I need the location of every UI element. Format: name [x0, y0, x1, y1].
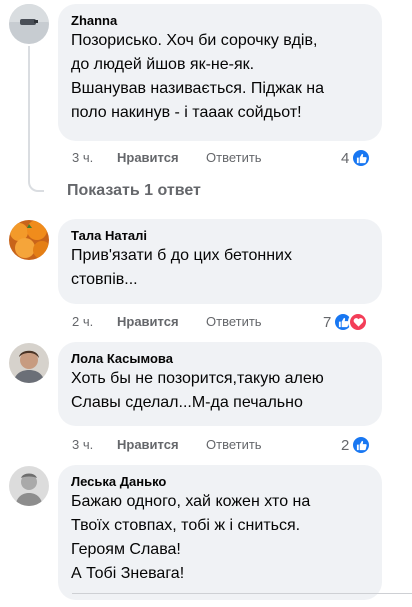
comment-timestamp[interactable]: 3 ч.: [72, 435, 93, 455]
avatar[interactable]: [9, 220, 49, 260]
reaction-summary[interactable]: 2: [341, 434, 372, 456]
reply-button[interactable]: Ответить: [206, 312, 262, 332]
divider: [72, 593, 412, 594]
comment-bubble: Тала Наталі Прив'язати б до цих бетонних…: [58, 219, 382, 304]
avatar[interactable]: [9, 343, 49, 383]
thumbs-up-icon: [351, 148, 372, 168]
comment-timestamp[interactable]: 2 ч.: [72, 312, 93, 332]
comment-author[interactable]: Zhanna: [71, 12, 370, 29]
comment-timestamp[interactable]: 3 ч.: [72, 148, 93, 168]
reaction-summary[interactable]: 4: [341, 147, 372, 169]
like-button[interactable]: Нравится: [117, 148, 179, 168]
reaction-count: 4: [341, 149, 350, 167]
comment-text: Хоть бы не позорится,такую алею Славы сд…: [71, 370, 324, 411]
comment-text: Позорисько. Хоч би сорочку вдів, до люде…: [71, 32, 325, 121]
comment-bubble: Леська Данько Бажаю одного, хай кожен хт…: [58, 465, 382, 600]
comment-text: Бажаю одного, хай кожен хто на Твоїх сто…: [71, 493, 311, 582]
reply-button[interactable]: Ответить: [206, 435, 262, 455]
like-button[interactable]: Нравится: [117, 435, 179, 455]
avatar[interactable]: [9, 466, 49, 506]
comment-actions: 3 ч. Нравится Ответить: [72, 148, 372, 168]
reaction-summary[interactable]: 7: [323, 311, 369, 333]
comment-actions: 3 ч. Нравится Ответить: [72, 435, 372, 455]
comment-author[interactable]: Тала Наталі: [71, 227, 370, 244]
thumbs-up-icon: [351, 435, 372, 455]
comment-text: Прив'язати б до цих бетонних стовпів...: [71, 247, 292, 288]
reply-button[interactable]: Ответить: [206, 148, 262, 168]
comment-author[interactable]: Лола Касымова: [71, 350, 370, 367]
comment-bubble: Лола Касымова Хоть бы не позорится,такую…: [58, 342, 382, 426]
heart-icon: [348, 312, 369, 332]
show-replies-link[interactable]: Показать 1 ответ: [67, 180, 201, 202]
avatar[interactable]: [9, 4, 49, 44]
comment-bubble: Zhanna Позорисько. Хоч би сорочку вдів, …: [58, 4, 382, 141]
reaction-count: 7: [323, 313, 332, 331]
like-button[interactable]: Нравится: [117, 312, 179, 332]
comment-author[interactable]: Леська Данько: [71, 473, 370, 490]
reaction-count: 2: [341, 436, 350, 454]
reply-thread-line: [28, 46, 44, 192]
